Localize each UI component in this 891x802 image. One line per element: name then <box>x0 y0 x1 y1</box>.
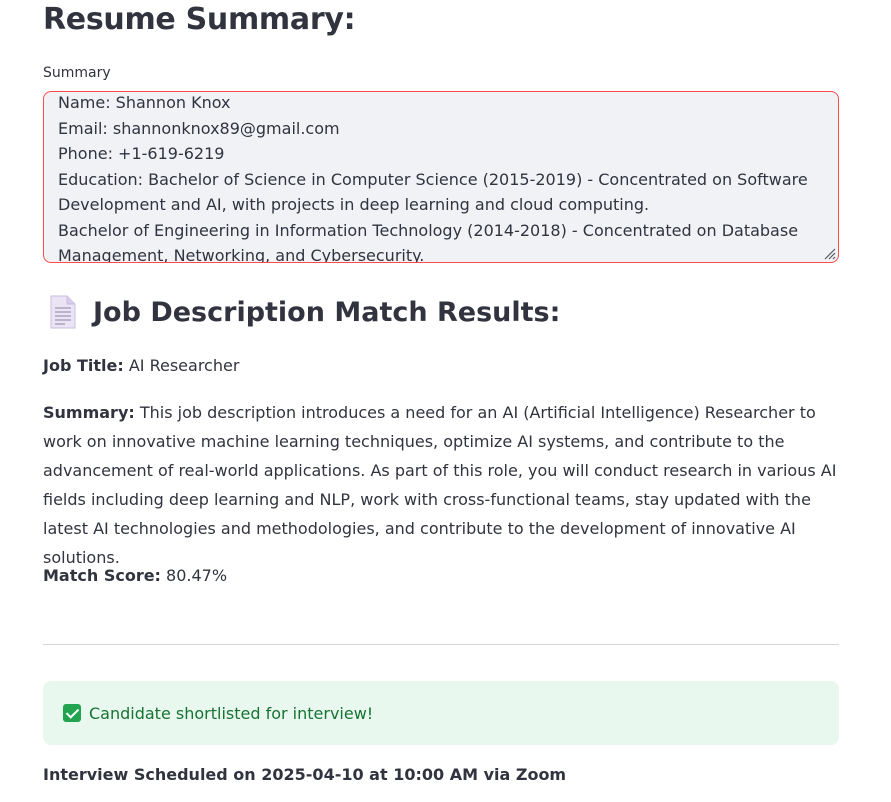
summary-textarea[interactable]: Name: Shannon Knox Email: shannonknox89@… <box>43 91 839 263</box>
match-results-heading-text: Job Description Match Results: <box>93 296 561 328</box>
job-title-label: Job Title: <box>43 356 124 375</box>
section-divider <box>43 644 839 645</box>
summary-textarea-value[interactable]: Name: Shannon Knox Email: shannonknox89@… <box>58 92 822 262</box>
check-mark-icon <box>63 704 81 722</box>
summary-field-label: Summary <box>43 65 111 81</box>
match-score-line: Match Score: 80.47% <box>43 561 227 590</box>
resume-summary-heading: Resume Summary: <box>43 2 356 37</box>
job-summary-label: Summary: <box>43 403 135 422</box>
shortlist-message: Candidate shortlisted for interview! <box>89 703 374 723</box>
resize-handle-icon[interactable] <box>822 246 836 260</box>
job-title-line: Job Title: AI Researcher <box>43 351 239 380</box>
document-icon <box>43 293 83 331</box>
match-score-label: Match Score: <box>43 566 161 585</box>
match-results-heading: Job Description Match Results: <box>43 293 560 331</box>
job-summary-value: This job description introduces a need f… <box>43 403 837 567</box>
job-summary-paragraph: Summary: This job description introduces… <box>43 398 839 572</box>
match-score-value: 80.47% <box>166 566 228 585</box>
job-title-value: AI Researcher <box>128 356 240 375</box>
shortlist-success-alert: Candidate shortlisted for interview! <box>43 681 839 745</box>
interview-schedule-text: Interview Scheduled on 2025-04-10 at 10:… <box>43 765 567 784</box>
